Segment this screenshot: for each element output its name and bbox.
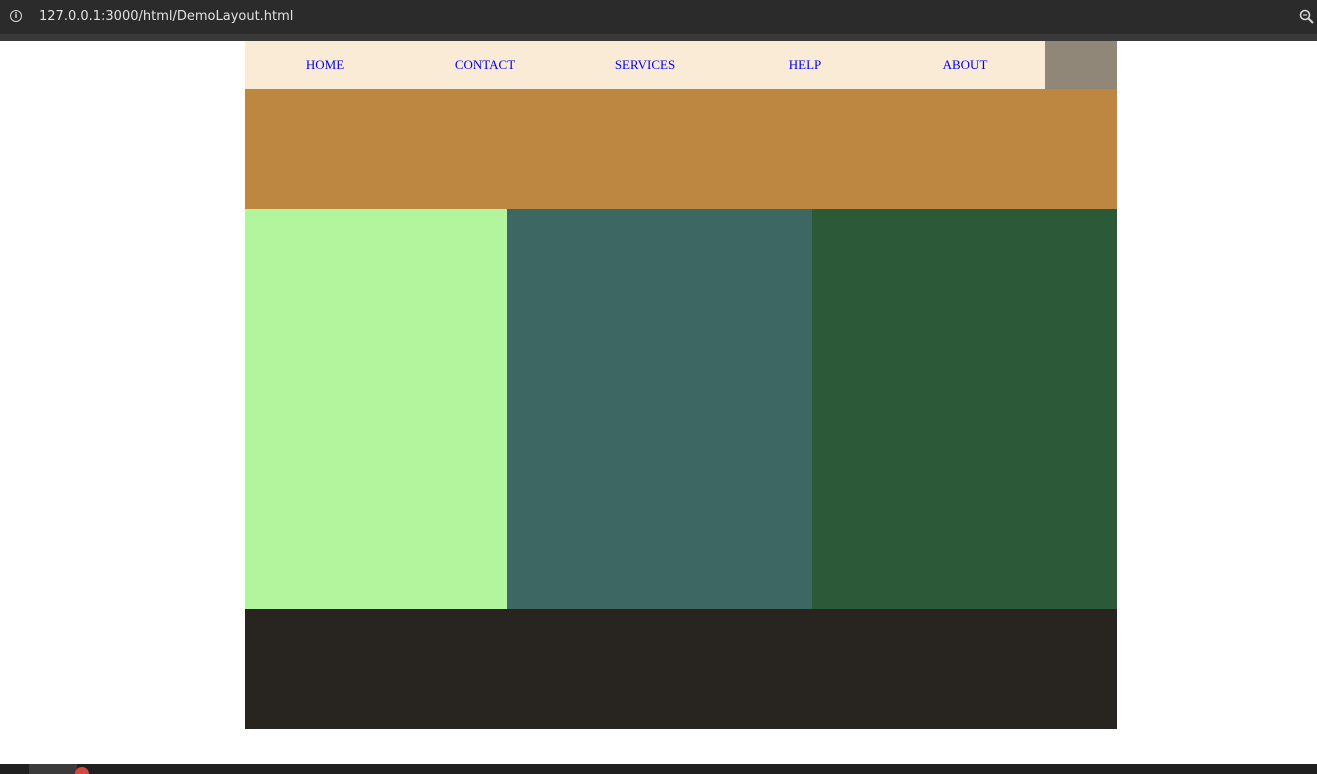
active-taskbar-app[interactable] bbox=[29, 764, 89, 774]
nav-link-home[interactable]: HOME bbox=[245, 41, 405, 89]
nav-link-services[interactable]: SERVICES bbox=[565, 41, 725, 89]
url-text[interactable]: 127.0.0.1:3000/html/DemoLayout.html bbox=[39, 9, 293, 25]
info-icon[interactable]: i bbox=[10, 10, 22, 22]
footer bbox=[245, 609, 1117, 729]
right-column bbox=[812, 209, 1117, 609]
zoom-icon[interactable] bbox=[1299, 9, 1315, 25]
browser-app-icon bbox=[75, 767, 89, 774]
header-banner bbox=[245, 89, 1117, 209]
middle-column bbox=[507, 209, 812, 609]
content-columns bbox=[245, 209, 1117, 609]
demo-layout-page: HOME CONTACT SERVICES HELP ABOUT bbox=[245, 41, 1117, 729]
nav-link-help[interactable]: HELP bbox=[725, 41, 885, 89]
nav-filler-block bbox=[1045, 41, 1117, 89]
browser-address-bar: i 127.0.0.1:3000/html/DemoLayout.html bbox=[0, 0, 1317, 34]
browser-divider bbox=[0, 34, 1317, 41]
nav-link-about[interactable]: ABOUT bbox=[885, 41, 1045, 89]
top-navigation: HOME CONTACT SERVICES HELP ABOUT bbox=[245, 41, 1117, 89]
nav-link-contact[interactable]: CONTACT bbox=[405, 41, 565, 89]
taskbar bbox=[0, 764, 1317, 774]
left-column bbox=[245, 209, 507, 609]
